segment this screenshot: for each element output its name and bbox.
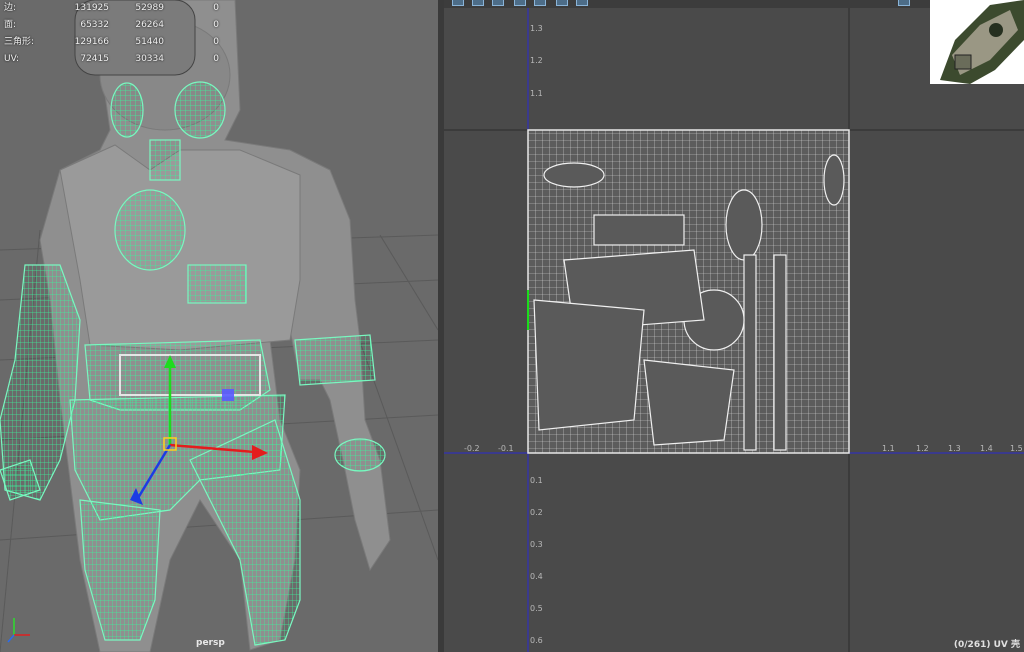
v-tick: 0.1 xyxy=(530,476,543,485)
hud-value: 52989 xyxy=(135,3,164,13)
3d-viewport[interactable]: 边: 131925 52989 0 面: 65332 26264 0 三角形: … xyxy=(0,0,438,652)
hud-label: 面: xyxy=(4,20,17,30)
v-tick: 0.5 xyxy=(530,604,543,613)
uv-tool-icon[interactable] xyxy=(514,0,526,6)
hud-value: 0 xyxy=(213,20,219,30)
hud-value: 26264 xyxy=(135,20,164,30)
v-tick: 1.3 xyxy=(530,24,543,33)
u-tick: 1.2 xyxy=(916,444,929,453)
hud-value: 0 xyxy=(213,37,219,47)
hud-value: 0 xyxy=(213,54,219,64)
v-tick: 0.2 xyxy=(530,508,543,517)
hud-value: 72415 xyxy=(80,54,109,64)
uv-editor[interactable]: -0.2 -0.1 1.1 1.2 1.3 1.4 1.5 1.3 1.2 1.… xyxy=(444,0,1024,652)
hud-row-edges: 边: 131925 52989 0 xyxy=(4,0,219,17)
v-tick: 0.3 xyxy=(530,540,543,549)
hud-value: 65332 xyxy=(80,20,109,30)
uv-shell-status: (0/261) UV 壳 xyxy=(953,640,1020,650)
hud-value: 0 xyxy=(213,3,219,13)
poly-count-hud: 边: 131925 52989 0 面: 65332 26264 0 三角形: … xyxy=(4,0,219,68)
hud-label: 边: xyxy=(4,3,17,13)
uv-tool-icon[interactable] xyxy=(534,0,546,6)
u-tick: -0.2 xyxy=(464,444,480,453)
v-tick: 1.2 xyxy=(530,56,543,65)
uv-tool-icon[interactable] xyxy=(452,0,464,6)
hud-label: UV: xyxy=(4,54,20,64)
v-tick: 0.6 xyxy=(530,636,543,645)
hud-row-uvs: UV: 72415 30334 0 xyxy=(4,51,219,68)
uv-tool-icon[interactable] xyxy=(576,0,588,6)
uv-tool-icon[interactable] xyxy=(472,0,484,6)
v-tick: 0.4 xyxy=(530,572,543,581)
u-tick: 1.3 xyxy=(948,444,961,453)
texture-thumbnail[interactable] xyxy=(930,0,1024,84)
view-axis-icon xyxy=(7,618,30,643)
hud-row-faces: 面: 65332 26264 0 xyxy=(4,17,219,34)
hud-value: 30334 xyxy=(135,54,164,64)
v-tick: 1.1 xyxy=(530,89,543,98)
u-tick: 1.1 xyxy=(882,444,895,453)
hud-value: 131925 xyxy=(74,3,109,13)
uv-tool-icon[interactable] xyxy=(492,0,504,6)
camera-label: persp xyxy=(196,638,225,648)
u-tick: 1.4 xyxy=(980,444,993,453)
hud-row-triangles: 三角形: 129166 51440 0 xyxy=(4,34,219,51)
hud-label: 三角形: xyxy=(4,37,35,47)
u-tick: -0.1 xyxy=(498,444,514,453)
uv-tool-icon[interactable] xyxy=(898,0,910,6)
character-model[interactable] xyxy=(0,0,438,652)
u-tick: 1.5 xyxy=(1010,444,1023,453)
hud-value: 51440 xyxy=(135,37,164,47)
uv-tool-icon[interactable] xyxy=(556,0,568,6)
hud-value: 129166 xyxy=(74,37,109,47)
